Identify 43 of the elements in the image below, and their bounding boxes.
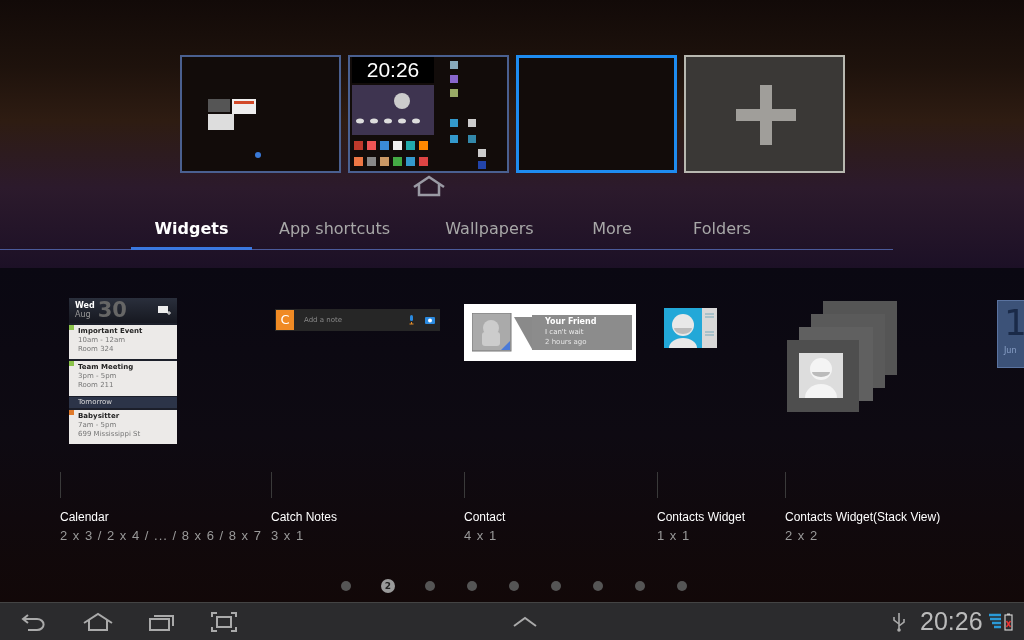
- stacked-contacts-icon: [786, 299, 898, 413]
- add-event-icon: [157, 304, 172, 317]
- widget-size: 2 x 3 / 2 x 4 / ... / 8 x 6 / 8 x 7: [60, 527, 263, 545]
- home-screen-thumbnail[interactable]: [180, 55, 341, 173]
- widget-size: 1 x 1: [657, 527, 692, 545]
- caret-up-icon[interactable]: [512, 615, 538, 628]
- app-logo: C: [276, 310, 294, 330]
- add-screen-button[interactable]: [684, 55, 845, 173]
- tab[interactable]: Wallpapers: [417, 210, 562, 250]
- battery-icon: [1003, 612, 1013, 631]
- widget-name[interactable]: Calendar: [60, 509, 271, 526]
- tab[interactable]: Folders: [662, 210, 782, 250]
- widget-size: 2 x 2: [785, 527, 820, 545]
- contact-card-icon: [664, 308, 717, 348]
- speech-pointer-icon: [514, 314, 532, 351]
- home-screen-thumbnail[interactable]: 20:26: [348, 55, 509, 173]
- back-icon[interactable]: [20, 611, 46, 632]
- screenshot-icon[interactable]: [210, 610, 238, 633]
- home-icon[interactable]: [412, 175, 446, 197]
- widgets-drawing: [208, 99, 261, 158]
- contact-photo-icon: [472, 313, 512, 352]
- month-text: Aug: [75, 310, 92, 320]
- status-time: 20:26: [920, 609, 983, 634]
- tab[interactable]: Widgets: [131, 210, 252, 250]
- clock-widget: 20:26: [352, 57, 434, 83]
- tab[interactable]: More: [562, 210, 662, 250]
- weekday-text: Wed: [75, 301, 95, 311]
- contact-name: Your Friend: [545, 317, 598, 327]
- widget-name[interactable]: Contact: [464, 509, 657, 526]
- date-text: 30: [97, 299, 127, 321]
- month-text: Jun: [1004, 345, 1018, 357]
- widget-size: 4 x 1: [464, 527, 499, 545]
- widget-name[interactable]: Contacts Widget(Stack View): [785, 509, 985, 526]
- signal-icon: [988, 612, 1001, 631]
- home-screen-thumbnail[interactable]: [516, 55, 677, 173]
- widget-size: 3 x 1: [271, 527, 306, 545]
- camera-icon: [425, 315, 435, 325]
- home-icon[interactable]: [82, 611, 114, 632]
- microphone-icon: [408, 315, 415, 325]
- widget-name[interactable]: Contacts Widget: [657, 509, 785, 526]
- widget-name[interactable]: Catch Notes: [271, 509, 464, 526]
- usb-icon: [892, 611, 906, 632]
- tab[interactable]: App shortcuts: [252, 210, 417, 250]
